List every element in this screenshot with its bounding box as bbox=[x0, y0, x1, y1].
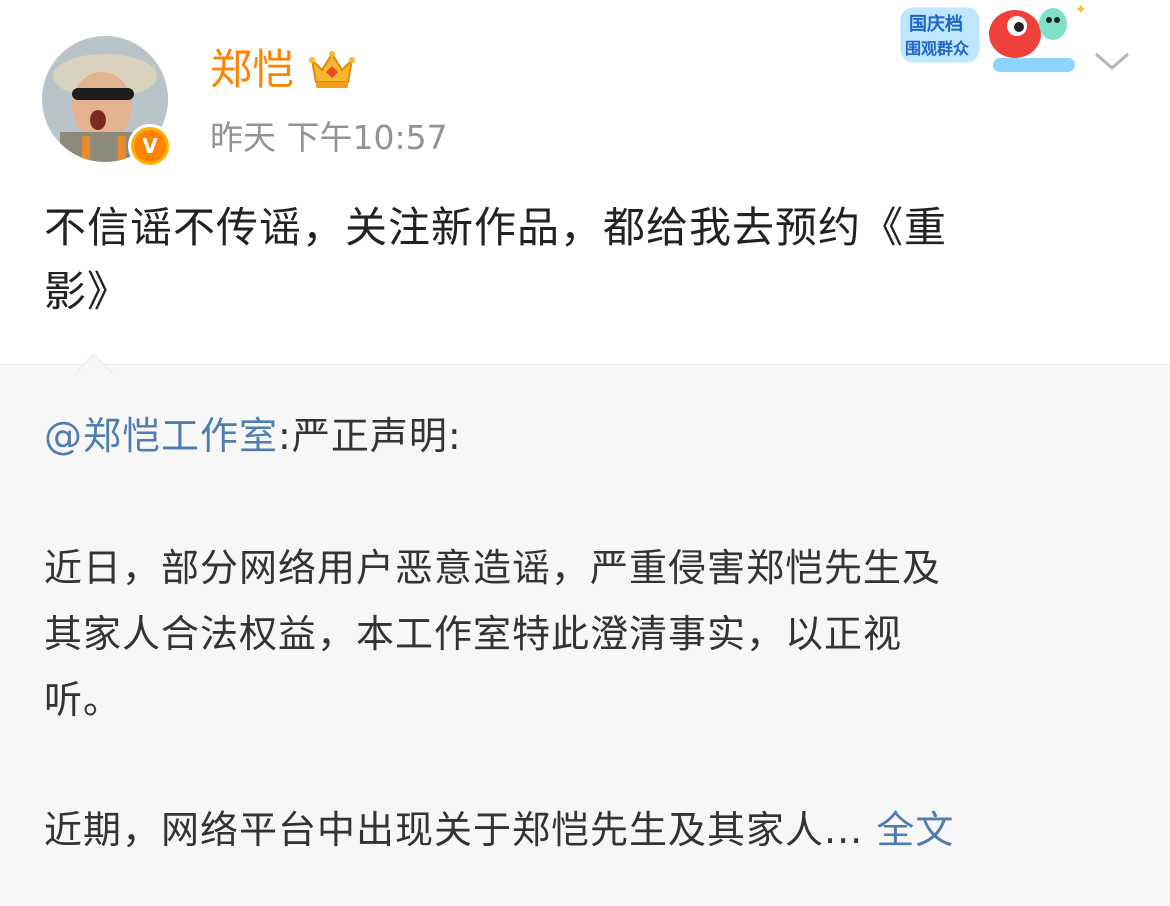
repost-paragraph-line: 近日，部分网络用户恶意造谣，严重侵害郑恺先生及 bbox=[44, 546, 942, 590]
sticker-line1: 国庆档 bbox=[909, 13, 963, 35]
username[interactable]: 郑恺 bbox=[210, 40, 294, 100]
fulltext-link[interactable]: 全文 bbox=[876, 808, 954, 852]
post-text-line: 不信谣不传谣，关注新作品，都给我去预约《重 bbox=[44, 203, 948, 252]
crown-icon bbox=[309, 51, 355, 88]
post-text: 不信谣不传谣，关注新作品，都给我去预约《重 影》 bbox=[44, 196, 1134, 324]
sticker: 国庆档 围观群众 ✦ bbox=[897, 2, 1087, 72]
mention-link[interactable]: @郑恺工作室 bbox=[44, 414, 278, 458]
repost-paragraph-line: 其家人合法权益，本工作室特此澄清事实，以正视 bbox=[44, 612, 903, 656]
repost-heading: @郑恺工作室:严正声明: bbox=[44, 404, 462, 468]
chevron-down-icon[interactable] bbox=[1092, 46, 1132, 76]
sticker-line2: 围观群众 bbox=[905, 39, 970, 58]
post-timestamp: 昨天 下午10:57 bbox=[210, 118, 448, 157]
repost-paragraph-line: 近期，网络平台中出现关于郑恺先生及其家人... 全文 bbox=[44, 798, 954, 862]
svg-text:✦: ✦ bbox=[1075, 2, 1087, 18]
post-header: V 郑恺 昨天 下午10:57 国庆档 围观群众 ✦ bbox=[0, 0, 1170, 180]
post-text-line: 影》 bbox=[44, 267, 131, 316]
repost-paragraph-line: 听。 bbox=[44, 678, 123, 722]
verified-badge-icon: V bbox=[128, 124, 172, 168]
repost-caret-icon bbox=[74, 353, 114, 376]
verified-badge-letter: V bbox=[134, 130, 166, 162]
repost-excerpt: 近期，网络平台中出现关于郑恺先生及其家人... bbox=[44, 808, 864, 852]
repost-heading-text: :严正声明: bbox=[278, 414, 462, 458]
